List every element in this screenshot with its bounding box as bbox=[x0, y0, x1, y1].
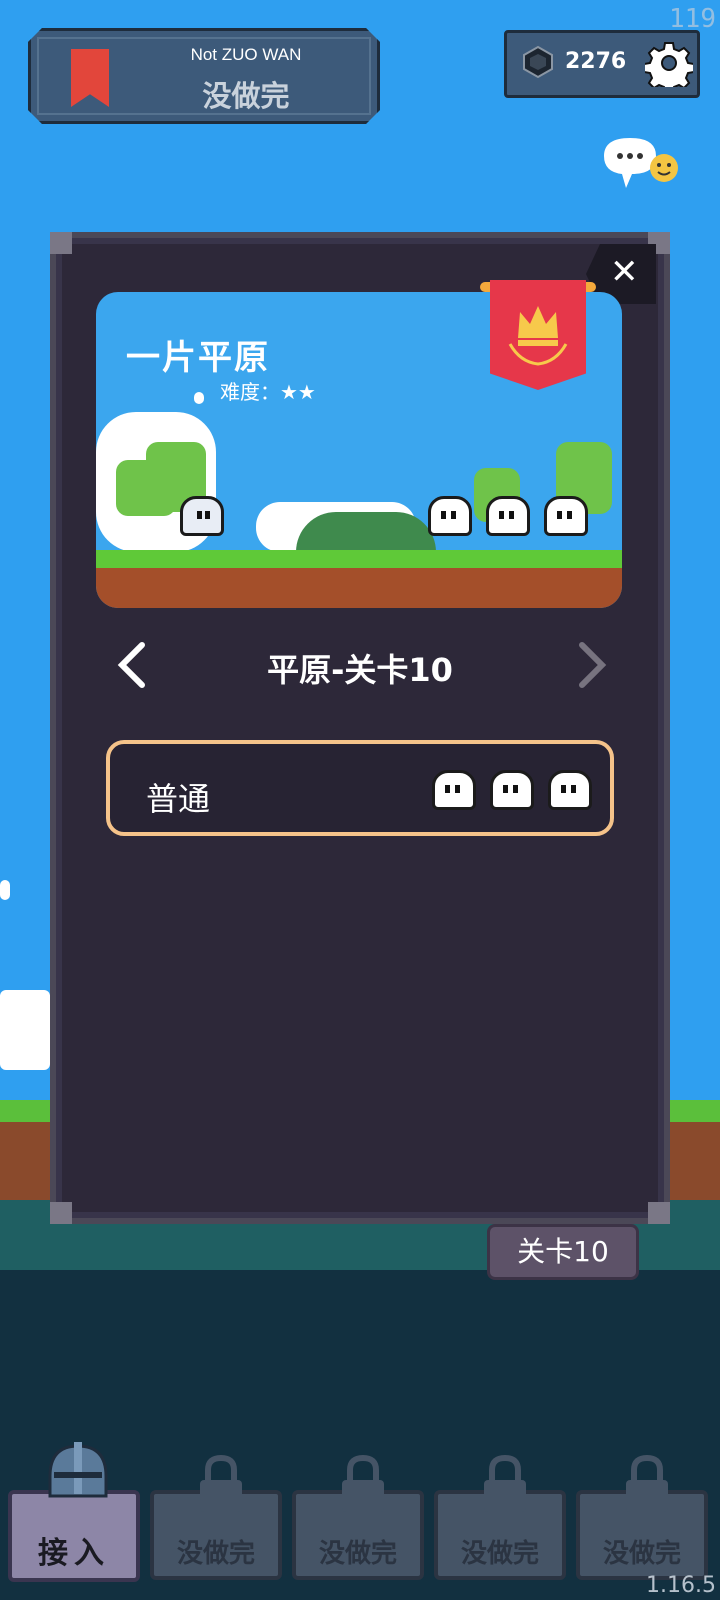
tab-label: 没做完 bbox=[176, 1539, 255, 1569]
scene-dirt bbox=[96, 568, 622, 608]
unit-eye bbox=[197, 511, 202, 519]
unit-eye bbox=[567, 511, 572, 519]
mode-normal-card[interactable]: 普通 bbox=[106, 740, 614, 836]
enemy-unit bbox=[548, 770, 592, 810]
version-label: 1.16.5 bbox=[646, 1573, 716, 1598]
crown-flag bbox=[490, 280, 586, 390]
chat-icon[interactable] bbox=[600, 134, 680, 194]
tab-label: 接入 bbox=[38, 1536, 110, 1571]
banner-subtitle: Not ZUO WAN bbox=[190, 45, 302, 64]
tab-label: 没做完 bbox=[460, 1539, 539, 1569]
level-tag[interactable]: 关卡10 bbox=[487, 1224, 639, 1280]
panel-corner bbox=[50, 232, 72, 254]
unit-eye bbox=[561, 785, 566, 793]
title-banner[interactable]: Not ZUO WAN 没做完 bbox=[28, 28, 380, 124]
unit-eye bbox=[557, 511, 562, 519]
scene-grass bbox=[96, 550, 622, 568]
enemy-unit bbox=[428, 496, 472, 536]
unit-eye bbox=[571, 785, 576, 793]
lock-icon bbox=[484, 1454, 526, 1512]
gear-icon[interactable] bbox=[645, 39, 693, 87]
tab-locked-4[interactable]: 没做完 bbox=[576, 1454, 708, 1580]
panel-corner bbox=[648, 1202, 670, 1224]
tab-locked-2[interactable]: 没做完 bbox=[292, 1454, 424, 1580]
chevron-right-icon[interactable] bbox=[572, 640, 612, 690]
enemy-unit bbox=[544, 496, 588, 536]
unit-eye bbox=[509, 511, 514, 519]
knight-unit bbox=[180, 496, 224, 536]
lock-icon bbox=[200, 1454, 242, 1512]
banner-title: 没做完 bbox=[202, 79, 290, 113]
close-icon: ✕ bbox=[610, 252, 639, 292]
mode-label: 普通 bbox=[146, 780, 211, 818]
currency-bar: 2276 bbox=[504, 30, 700, 98]
tab-locked-3[interactable]: 没做完 bbox=[434, 1454, 566, 1580]
difficulty-label: 难度：★★ bbox=[220, 380, 316, 404]
panel-corner bbox=[50, 1202, 72, 1224]
tab-label: 没做完 bbox=[602, 1539, 681, 1569]
bg-cloud bbox=[0, 880, 10, 900]
scene-title: 一片平原 bbox=[126, 338, 270, 378]
enemy-unit bbox=[432, 770, 476, 810]
scene-hill bbox=[296, 512, 436, 552]
unit-eye bbox=[205, 511, 210, 519]
lock-icon bbox=[626, 1454, 668, 1512]
helmet-icon bbox=[48, 1442, 108, 1498]
enemy-unit bbox=[486, 496, 530, 536]
unit-eye bbox=[455, 785, 460, 793]
unit-eye bbox=[499, 511, 504, 519]
lock-icon bbox=[342, 1454, 384, 1512]
currency-value: 2276 bbox=[565, 49, 627, 74]
tab-label: 没做完 bbox=[318, 1539, 397, 1569]
bg-cloud bbox=[0, 990, 50, 1070]
tab-access[interactable]: 接入 bbox=[8, 1442, 140, 1582]
enemy-unit bbox=[490, 770, 534, 810]
crown-icon bbox=[508, 306, 568, 366]
gem-icon bbox=[523, 45, 553, 79]
scene-cloud bbox=[194, 392, 204, 404]
unit-eye bbox=[441, 511, 446, 519]
unit-eye bbox=[503, 785, 508, 793]
unit-eye bbox=[451, 511, 456, 519]
tab-locked-1[interactable]: 没做完 bbox=[150, 1454, 282, 1580]
unit-eye bbox=[445, 785, 450, 793]
unit-eye bbox=[513, 785, 518, 793]
chevron-left-icon[interactable] bbox=[112, 640, 152, 690]
stage-title: 平原-关卡10 bbox=[267, 651, 453, 689]
